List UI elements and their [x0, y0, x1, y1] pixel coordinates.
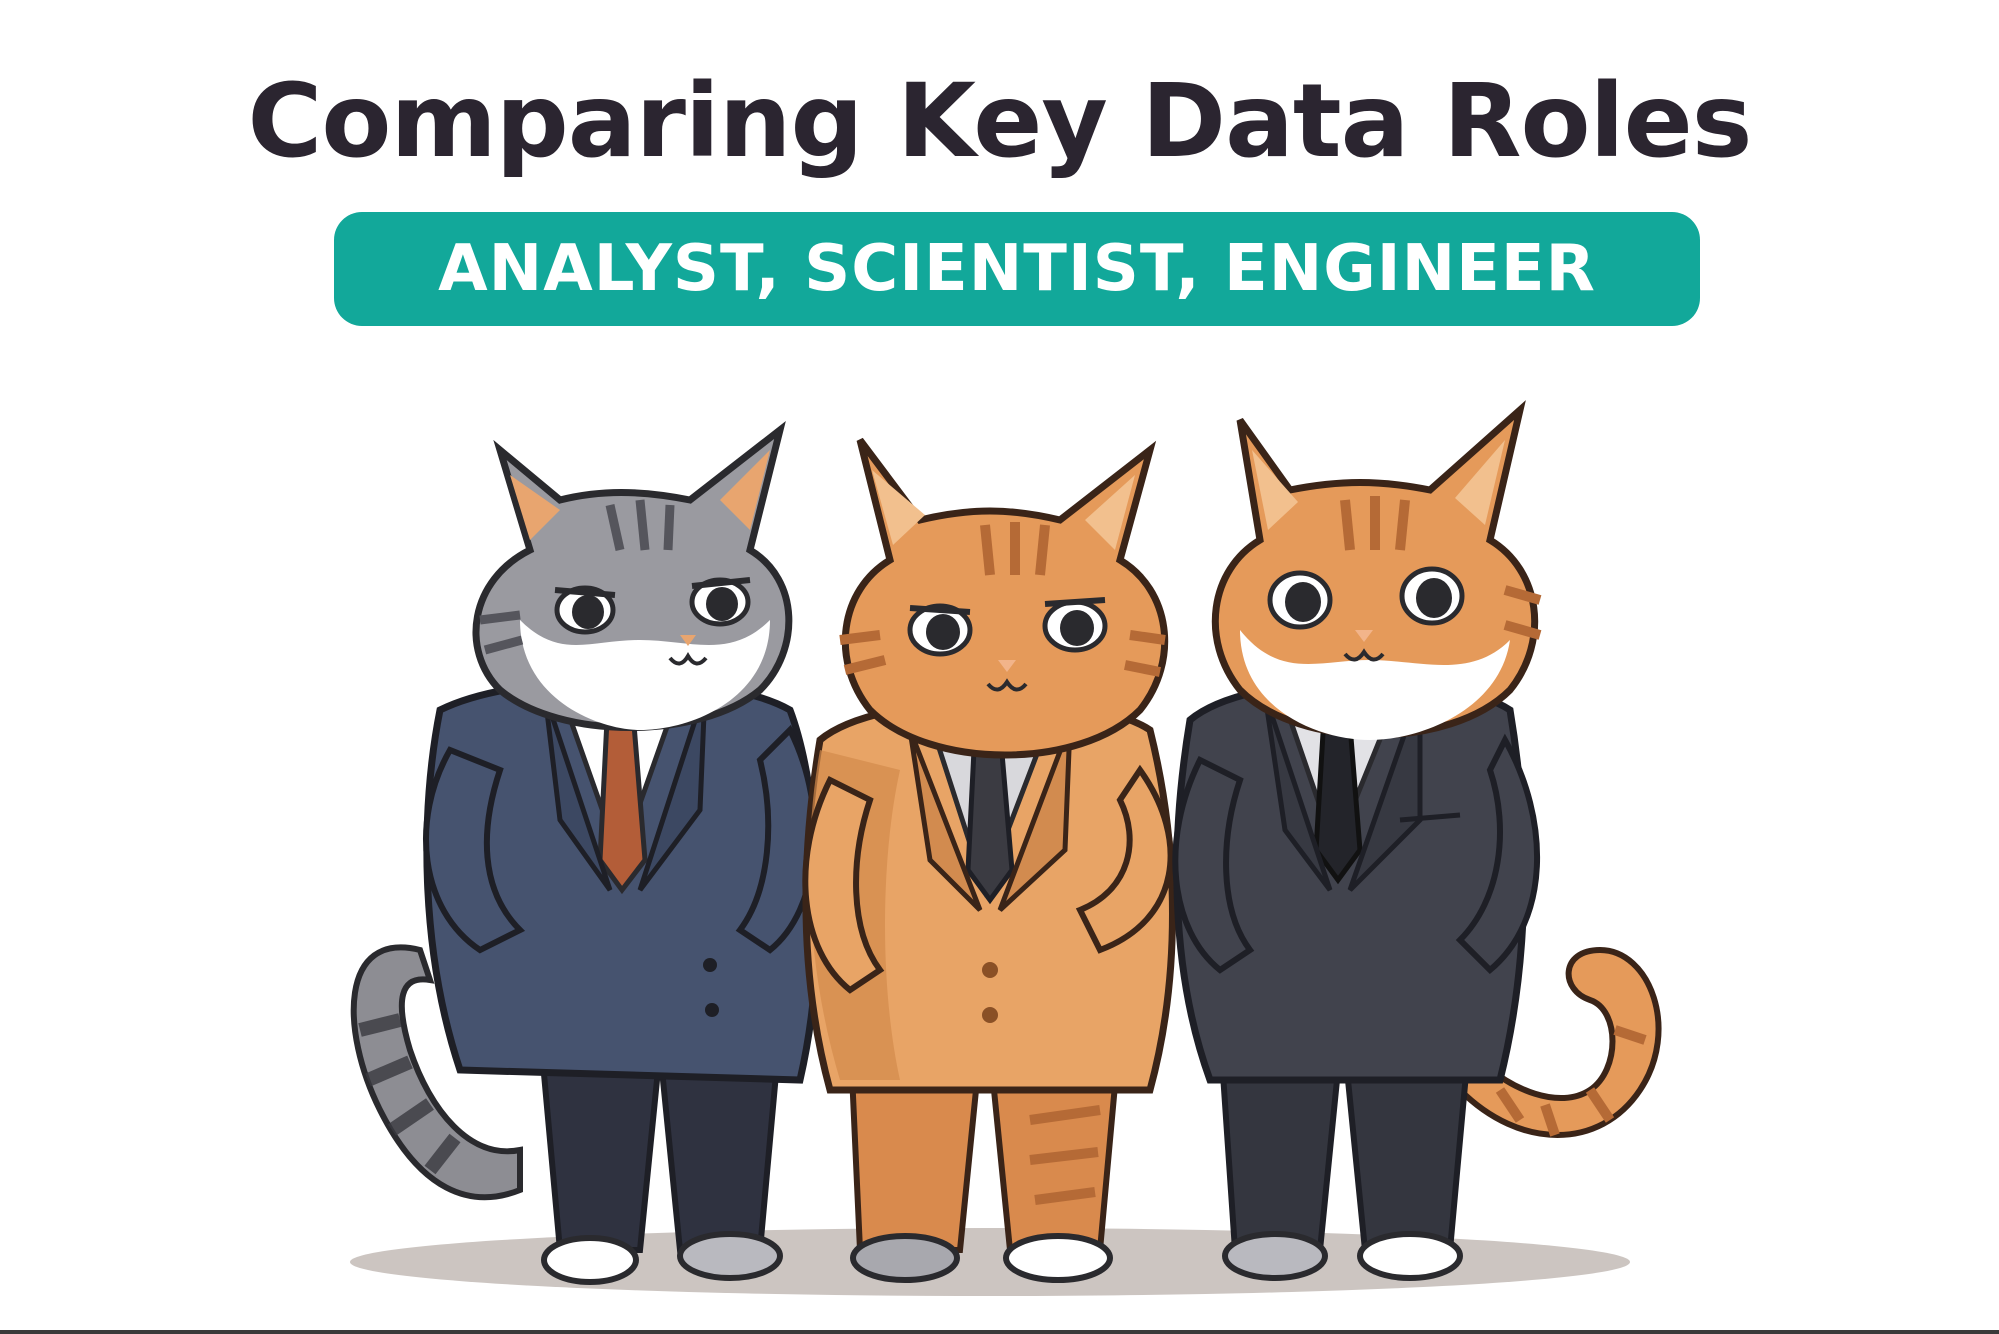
- page-title: Comparing Key Data Roles: [247, 62, 1753, 181]
- subtitle-text: ANALYST, SCIENTIST, ENGINEER: [438, 232, 1596, 306]
- gray-tabby-cat: [350, 421, 822, 1285]
- bottom-divider: [0, 1330, 1999, 1334]
- orange-cat-head: [841, 437, 1169, 759]
- cats-illustration: [350, 400, 1662, 1296]
- subtitle-pill: ANALYST, SCIENTIST, ENGINEER: [334, 212, 1700, 326]
- orange-white-cat: [1172, 400, 1662, 1281]
- orange-tabby-cat: [802, 437, 1176, 1283]
